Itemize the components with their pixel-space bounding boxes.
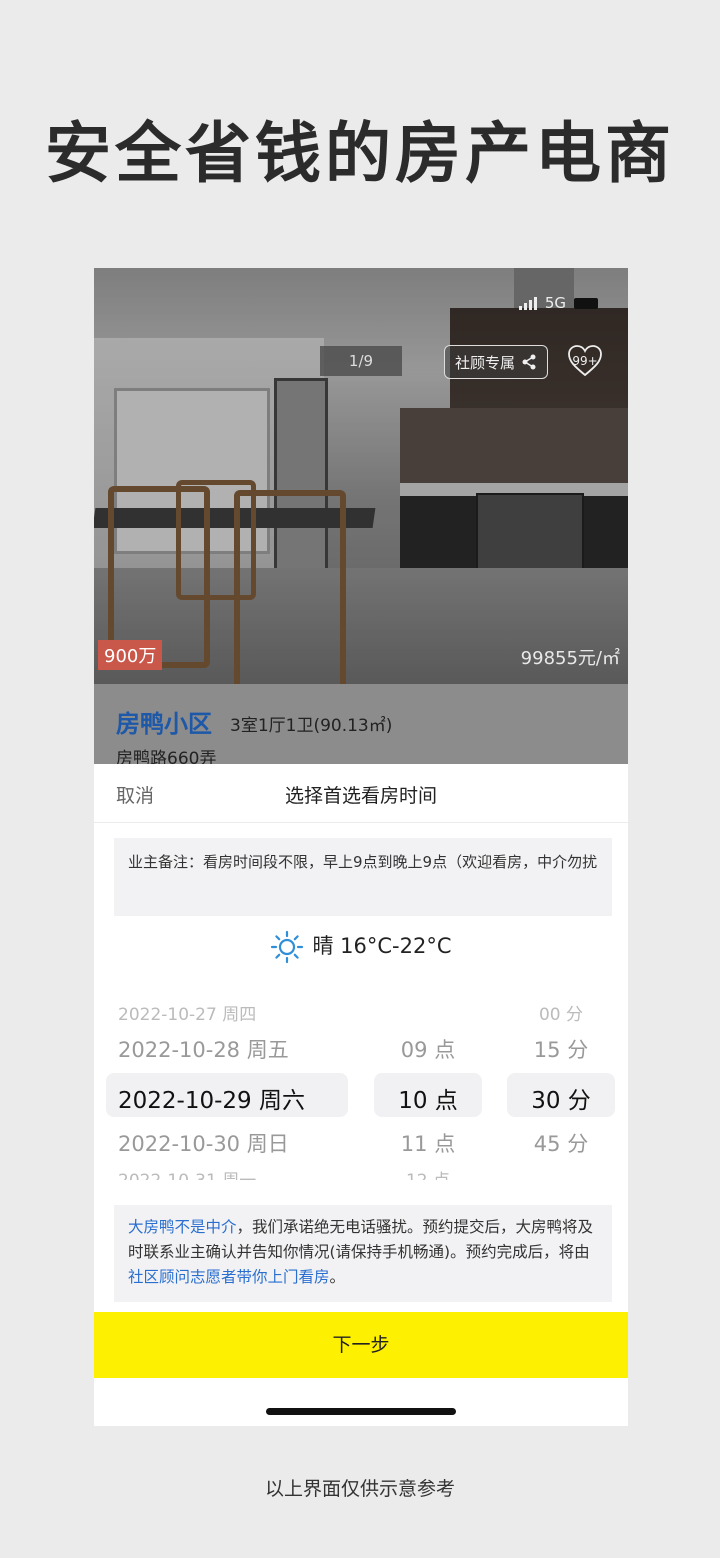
price-badge: 900万 (98, 640, 163, 670)
weather-text: 晴 16°C-22°C (312, 934, 452, 958)
like-count: 99+ (572, 354, 598, 368)
footer-note: 以上界面仅供示意参考 (264, 1478, 455, 1500)
weather-info: 晴 16°C-22°C (94, 930, 628, 964)
hour-option[interactable]: 11 点 (374, 1128, 482, 1158)
date-option[interactable]: 2022-10-30 周日 (118, 1128, 289, 1158)
date-option[interactable]: 2022-10-27 周四 (118, 1000, 256, 1022)
not-agent-link[interactable]: 大房鸭不是中介 (128, 1218, 237, 1236)
share-label: 社顾专属 (455, 353, 516, 372)
owner-note: 业主备注：看房时间段不限，早上9点到晚上9点（欢迎看房，中介勿扰 (114, 838, 612, 916)
phone-screen: 5G 1/9 社顾专属 99+ 900万 99855元/㎡ 房鸭小区 3室1厅1… (94, 268, 628, 1426)
no-agent-notice: 大房鸭不是中介，我们承诺绝无电话骚扰。预约提交后，大房鸭将及时联系业主确认并告知… (114, 1205, 612, 1302)
battery-icon (574, 297, 598, 309)
listing-photo[interactable] (94, 268, 628, 684)
home-indicator[interactable] (266, 1408, 456, 1415)
volunteer-link[interactable]: 社区顾问志愿者带你上门看房 (128, 1268, 330, 1286)
selected-minute[interactable]: 30 分 (507, 1081, 615, 1115)
selected-hour[interactable]: 10 点 (374, 1081, 482, 1115)
signal-icon (518, 296, 537, 310)
sun-icon (271, 930, 304, 964)
headline: 安全省钱的房产电商 (45, 115, 675, 192)
photo-counter: 1/9 (320, 346, 402, 376)
minute-option[interactable]: 45 分 (507, 1128, 615, 1158)
unit-price: 99855元/㎡ (520, 648, 620, 669)
picker-row[interactable]: 2022-10-27 周四 00 分 (94, 1000, 628, 1022)
sheet-header: 取消 选择首选看房时间 (94, 764, 628, 823)
share-button[interactable]: 社顾专属 (444, 345, 549, 379)
notice-end: 。 (329, 1268, 346, 1286)
sheet-title: 选择首选看房时间 (284, 785, 437, 807)
listing-name: 房鸭小区 (116, 710, 212, 738)
share-icon (522, 354, 536, 370)
listing-info: 房鸭小区 3室1厅1卫(90.13㎡) 房鸭路660弄 (94, 684, 628, 769)
minute-option[interactable]: 15 分 (507, 1034, 615, 1064)
next-step-button[interactable]: 下一步 (94, 1312, 628, 1378)
date-option[interactable]: 2022-10-31 周一 (118, 1166, 256, 1180)
status-bar: 5G (518, 294, 598, 312)
date-option[interactable]: 2022-10-28 周五 (118, 1034, 289, 1064)
network-type: 5G (544, 294, 566, 312)
selected-date[interactable]: 2022-10-29 周六 (118, 1081, 305, 1115)
minute-option[interactable]: 00 分 (507, 1000, 615, 1022)
time-picker-sheet: 取消 选择首选看房时间 业主备注：看房时间段不限，早上9点到晚上9点（欢迎看房，… (94, 764, 628, 1426)
time-picker[interactable]: 2022-10-27 周四 00 分 2022-10-28 周五 09 点 15… (94, 1000, 628, 1180)
hour-option[interactable]: 09 点 (374, 1034, 482, 1064)
like-button[interactable]: 99+ (566, 342, 604, 380)
picker-row[interactable]: 2022-10-31 周一 12 点 (94, 1166, 628, 1180)
listing-layout: 3室1厅1卫(90.13㎡) (230, 716, 393, 736)
hour-option[interactable]: 12 点 (374, 1166, 482, 1180)
